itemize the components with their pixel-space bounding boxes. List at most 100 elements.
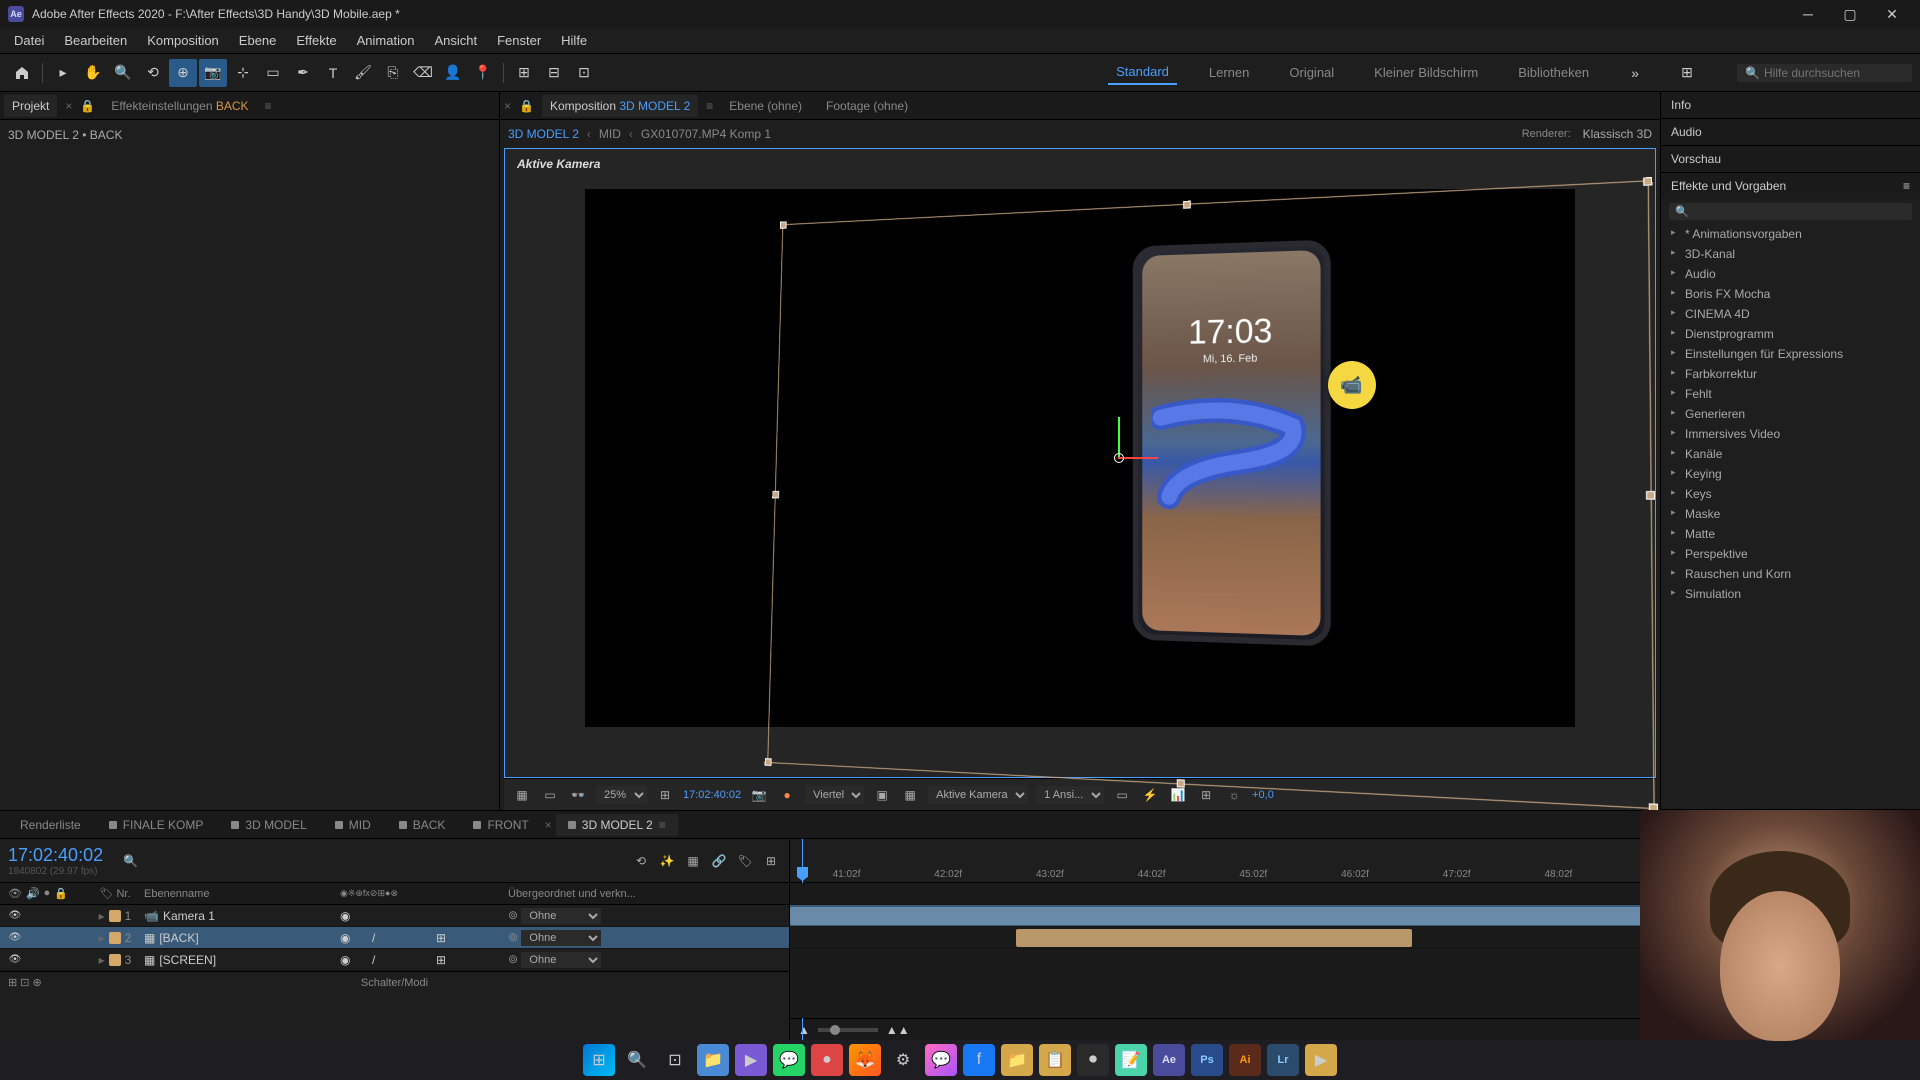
world-axis-icon[interactable]: ⊟ bbox=[540, 59, 568, 87]
mask-icon[interactable]: 👓 bbox=[568, 785, 588, 805]
audio-toggle[interactable] bbox=[26, 909, 40, 923]
app-icon[interactable]: 📝 bbox=[1115, 1044, 1147, 1076]
puppet-tool-icon[interactable]: 📍 bbox=[469, 59, 497, 87]
ps-icon[interactable]: Ps bbox=[1191, 1044, 1223, 1076]
tab-komposition[interactable]: Komposition 3D MODEL 2 bbox=[542, 95, 698, 117]
crumb-0[interactable]: 3D MODEL 2 bbox=[508, 127, 579, 141]
handle[interactable] bbox=[1643, 177, 1652, 186]
switch[interactable] bbox=[420, 953, 434, 967]
crumb-2[interactable]: GX010707.MP4 Komp 1 bbox=[641, 127, 771, 141]
layer-label-color[interactable] bbox=[109, 910, 121, 922]
gizmo-y-axis[interactable] bbox=[1118, 417, 1120, 457]
view-axis-icon[interactable]: ⊡ bbox=[570, 59, 598, 87]
effect-category[interactable]: Fehlt bbox=[1661, 384, 1920, 404]
workspace-reset-icon[interactable]: ⊞ bbox=[1673, 59, 1701, 87]
app-icon[interactable]: ▶ bbox=[735, 1044, 767, 1076]
switch[interactable] bbox=[436, 909, 450, 923]
effect-category[interactable]: Boris FX Mocha bbox=[1661, 284, 1920, 304]
menu-hilfe[interactable]: Hilfe bbox=[551, 29, 597, 52]
switch[interactable] bbox=[372, 909, 386, 923]
handle[interactable] bbox=[772, 490, 779, 497]
parent-select[interactable]: Ohne bbox=[521, 952, 601, 968]
gizmo-anchor[interactable] bbox=[1114, 453, 1124, 463]
shape-tool-icon[interactable]: ▭ bbox=[259, 59, 287, 87]
label-icon[interactable]: 🏷 bbox=[99, 888, 113, 900]
menu-datei[interactable]: Datei bbox=[4, 29, 54, 52]
explorer-icon[interactable]: 📁 bbox=[697, 1044, 729, 1076]
app-icon[interactable]: 📋 bbox=[1039, 1044, 1071, 1076]
menu-bearbeiten[interactable]: Bearbeiten bbox=[54, 29, 137, 52]
camera-tool-icon[interactable]: 📷 bbox=[199, 59, 227, 87]
obs-icon[interactable]: ⏺ bbox=[1077, 1044, 1109, 1076]
canvas[interactable]: 17:03 Mi, 16. Feb 📹 bbox=[585, 189, 1575, 727]
lock-toggle[interactable] bbox=[62, 909, 76, 923]
effects-header[interactable]: Effekte und Vorgaben ≡ bbox=[1661, 173, 1920, 199]
tl-tab-finale[interactable]: FINALE KOMP bbox=[97, 814, 216, 836]
tab-effekteinstellungen[interactable]: Effekteinstellungen BACK bbox=[103, 95, 256, 117]
workspace-more-icon[interactable]: » bbox=[1621, 59, 1649, 87]
eye-icon[interactable]: 👁 bbox=[8, 887, 22, 900]
effects-list[interactable]: * Animationsvorgaben3D-KanalAudioBoris F… bbox=[1661, 224, 1920, 604]
effect-category[interactable]: 3D-Kanal bbox=[1661, 244, 1920, 264]
lock-toggle[interactable] bbox=[62, 953, 76, 967]
selection-tool-icon[interactable]: ▸ bbox=[49, 59, 77, 87]
panel-menu-icon[interactable]: ≡ bbox=[659, 818, 666, 832]
clone-tool-icon[interactable]: ⎘ bbox=[379, 59, 407, 87]
expand-icon[interactable]: ▸ bbox=[99, 953, 105, 967]
pan-behind-tool-icon[interactable]: ⊹ bbox=[229, 59, 257, 87]
home-icon[interactable] bbox=[8, 59, 36, 87]
pickwhip-icon[interactable]: ⊚ bbox=[508, 952, 518, 966]
switch[interactable] bbox=[356, 931, 370, 945]
footer-icon[interactable]: ⊞ ⊡ ⊕ bbox=[8, 976, 42, 989]
solo-toggle[interactable] bbox=[44, 931, 58, 945]
zoom-in-icon[interactable]: ▲▲ bbox=[886, 1023, 910, 1037]
effect-category[interactable]: Immersives Video bbox=[1661, 424, 1920, 444]
tab-ebene[interactable]: Ebene (ohne) bbox=[721, 95, 810, 117]
workspace-standard[interactable]: Standard bbox=[1108, 60, 1177, 85]
effect-category[interactable]: Einstellungen für Expressions bbox=[1661, 344, 1920, 364]
switch[interactable] bbox=[356, 953, 370, 967]
layer-row[interactable]: 👁 ▸ 2 ▦ [BACK] ◉ / ⊞ ⊚ Ohne bbox=[0, 927, 789, 949]
orbit-tool-icon[interactable]: ⟲ bbox=[139, 59, 167, 87]
crumb-1[interactable]: MID bbox=[599, 127, 621, 141]
effect-category[interactable]: Rauschen und Korn bbox=[1661, 564, 1920, 584]
workspace-lernen[interactable]: Lernen bbox=[1201, 61, 1257, 84]
effect-category[interactable]: Kanäle bbox=[1661, 444, 1920, 464]
menu-effekte[interactable]: Effekte bbox=[286, 29, 346, 52]
info-header[interactable]: Info bbox=[1661, 92, 1920, 118]
panel-menu-icon[interactable]: ≡ bbox=[1903, 179, 1910, 193]
layer-label-color[interactable] bbox=[109, 954, 121, 966]
eye-toggle[interactable]: 👁 bbox=[8, 909, 22, 923]
comp-lock-icon[interactable]: 🔒 bbox=[519, 99, 534, 113]
folder-icon[interactable]: 📁 bbox=[1001, 1044, 1033, 1076]
handle[interactable] bbox=[1176, 779, 1184, 788]
minimize-button[interactable]: ─ bbox=[1788, 2, 1828, 26]
roto-tool-icon[interactable]: 👤 bbox=[439, 59, 467, 87]
effect-category[interactable]: Keying bbox=[1661, 464, 1920, 484]
pixel-ratio-icon[interactable]: ▭ bbox=[1112, 785, 1132, 805]
effect-category[interactable]: Farbkorrektur bbox=[1661, 364, 1920, 384]
tab-close-icon[interactable]: × bbox=[65, 99, 72, 113]
layer-row[interactable]: 👁 ▸ 3 ▦ [SCREEN] ◉ / ⊞ ⊚ Ohne bbox=[0, 949, 789, 971]
zoom-tool-icon[interactable]: 🔍 bbox=[109, 59, 137, 87]
messenger-icon[interactable]: 💬 bbox=[925, 1044, 957, 1076]
menu-animation[interactable]: Animation bbox=[347, 29, 425, 52]
switch[interactable] bbox=[420, 909, 434, 923]
comp-menu-icon[interactable]: ≡ bbox=[706, 99, 713, 113]
viewer-timecode[interactable]: 17:02:40:02 bbox=[683, 789, 741, 801]
views-select[interactable]: 1 Ansi... bbox=[1036, 786, 1104, 804]
speaker-icon[interactable]: 🔊 bbox=[26, 887, 40, 900]
tl-tab-3dmodel[interactable]: 3D MODEL bbox=[219, 814, 318, 836]
timecode-display[interactable]: 17:02:40:02 1840802 (29.97 fps) bbox=[8, 845, 103, 877]
lock-icon[interactable]: 🔒 bbox=[54, 887, 68, 900]
handle[interactable] bbox=[779, 221, 786, 229]
solo-icon[interactable]: ● bbox=[44, 887, 51, 900]
layer-bar[interactable] bbox=[1016, 929, 1412, 947]
brush-tool-icon[interactable]: 🖌 bbox=[349, 59, 377, 87]
maximize-button[interactable]: ▢ bbox=[1830, 2, 1870, 26]
tl-tool-icon[interactable]: ⟲ bbox=[631, 851, 651, 871]
app-icon[interactable]: ⚙ bbox=[887, 1044, 919, 1076]
switch[interactable] bbox=[420, 931, 434, 945]
layer-label-color[interactable] bbox=[109, 932, 121, 944]
effect-category[interactable]: Dienstprogramm bbox=[1661, 324, 1920, 344]
